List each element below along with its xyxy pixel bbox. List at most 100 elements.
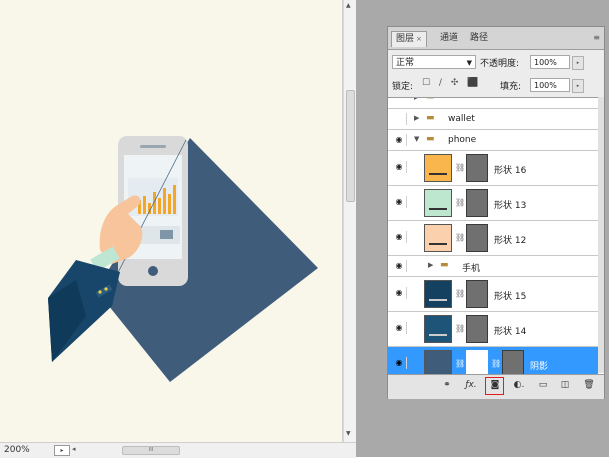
scroll-up-arrow-icon[interactable]: ▲ <box>346 2 351 9</box>
document-canvas[interactable] <box>0 0 343 442</box>
adjustment-icon[interactable]: ◐. <box>512 380 526 390</box>
vertical-scroll-thumb[interactable] <box>346 90 355 202</box>
layers-scrollbar[interactable] <box>598 97 604 373</box>
expand-triangle-icon[interactable]: ▶ <box>414 114 419 122</box>
horizontal-scroll-thumb[interactable]: III <box>122 446 180 455</box>
layer-row-partial[interactable]: ▸ ▭ <box>388 97 598 109</box>
eye-icon[interactable]: ◉ <box>392 260 407 272</box>
eye-icon[interactable]: ◉ <box>392 357 407 369</box>
screen-bottom-card <box>136 226 180 244</box>
layer-row-shape15[interactable]: ◉ ⛓ 形状 15 <box>388 277 598 312</box>
fx-icon[interactable]: ƒx. <box>464 380 478 390</box>
eye-icon[interactable]: ◉ <box>392 322 407 334</box>
layers-list[interactable]: ▸ ▭ ▶ ▬ wallet ◉ ▼ ▬ phone ◉ ⛓ 形状 16 ◉ ⛓ <box>388 97 604 374</box>
folder-icon: ▬ <box>426 113 435 123</box>
layer-name: 形状 12 <box>494 236 527 246</box>
screen-bottom-icon <box>160 230 173 239</box>
canvas-vertical-scrollbar[interactable]: ▲ ▼ <box>343 0 356 442</box>
layer-thumbnail <box>424 224 452 252</box>
layer-thumbnail <box>424 315 452 343</box>
visibility-toggle[interactable] <box>392 113 407 125</box>
tab-paths[interactable]: 路径 <box>466 31 492 46</box>
close-icon[interactable]: × <box>416 35 422 43</box>
layer-thumbnail <box>424 350 452 374</box>
expand-triangle-icon[interactable]: ▶ <box>428 261 433 269</box>
scroll-down-arrow-icon[interactable]: ▼ <box>346 430 351 437</box>
vector-mask-thumbnail[interactable] <box>466 280 488 308</box>
layer-thumbnail <box>424 154 452 182</box>
layer-name: phone <box>448 135 477 145</box>
layer-name: 形状 14 <box>494 327 527 337</box>
layer-thumbnail <box>424 280 452 308</box>
layer-name: 阴影 <box>530 362 549 372</box>
tab-channels[interactable]: 通道 <box>436 31 462 46</box>
tab-layers[interactable]: 图层 × <box>391 31 427 47</box>
folder-icon: ▬ <box>440 260 449 270</box>
chain-link-icon[interactable]: ⛓ <box>455 198 465 207</box>
vector-mask-thumbnail[interactable] <box>466 315 488 343</box>
new-layer-icon[interactable]: ◫ <box>558 380 572 390</box>
chevron-down-icon: ▼ <box>466 59 472 67</box>
lock-icons[interactable]: ☐ ∕ ✣ ⬛ <box>422 78 481 88</box>
folder-icon: ▭ <box>426 97 435 102</box>
layer-row-shape12[interactable]: ◉ ⛓ 形状 12 <box>388 221 598 256</box>
layers-panel: 图层 × 通道 路径 ≡ 正常 ▼ 不透明度: 100% ▸ 锁定: ☐ ∕ ✣ ⬛… <box>387 26 605 399</box>
artwork <box>48 136 318 382</box>
chain-link-icon[interactable]: ⛓ <box>455 163 465 172</box>
fill-slider-icon[interactable]: ▸ <box>572 79 584 93</box>
lock-fill-row: 锁定: ☐ ∕ ✣ ⬛ 填充: 100% ▸ <box>392 77 600 95</box>
trash-icon[interactable]: 🗑 <box>582 380 596 390</box>
layer-row-shouji[interactable]: ◉ ▶ ▬ 手机 <box>388 256 598 277</box>
layer-name: wallet <box>448 114 475 124</box>
phone-speaker <box>140 145 166 148</box>
expanded-triangle-icon[interactable]: ▼ <box>414 135 419 143</box>
new-group-icon[interactable]: ▭ <box>536 380 550 390</box>
chain-link-icon[interactable]: ⛓ <box>455 324 465 333</box>
fill-label: 填充: <box>500 82 522 92</box>
zoom-level[interactable]: 200% <box>4 445 30 455</box>
folder-icon: ▬ <box>426 134 435 144</box>
collapse-triangle-icon[interactable]: ▸ <box>414 98 418 102</box>
eye-icon[interactable]: ◉ <box>392 196 407 208</box>
vector-mask-thumbnail[interactable] <box>502 350 524 374</box>
chain-link-icon[interactable]: ⛓ <box>455 289 465 298</box>
opacity-slider-icon[interactable]: ▸ <box>572 56 584 70</box>
link-icon[interactable]: ⚭ <box>440 380 454 390</box>
layer-name: 形状 13 <box>494 201 527 211</box>
eye-icon[interactable]: ◉ <box>392 231 407 243</box>
add-mask-icon[interactable]: ◙ <box>488 380 502 390</box>
vector-mask-thumbnail[interactable] <box>466 189 488 217</box>
vector-mask-thumbnail[interactable] <box>466 224 488 252</box>
layers-bottom-toolbar: ⚭ ƒx. ◙ ◐. ▭ ◫ 🗑 <box>388 374 604 399</box>
blend-opacity-row: 正常 ▼ 不透明度: 100% ▸ <box>392 54 600 72</box>
opacity-label: 不透明度: <box>480 59 520 69</box>
eye-icon[interactable]: ◉ <box>392 287 407 299</box>
panel-menu-icon[interactable]: ≡ <box>593 33 600 42</box>
layer-name: 手机 <box>462 264 481 274</box>
chain-link-icon[interactable]: ⛓ <box>491 359 501 368</box>
eye-icon[interactable]: ◉ <box>392 134 407 146</box>
layer-row-wallet[interactable]: ▶ ▬ wallet <box>388 109 598 130</box>
fill-input[interactable]: 100% <box>530 78 570 92</box>
layer-mask-thumbnail[interactable] <box>466 350 488 374</box>
lock-label: 锁定: <box>392 82 414 92</box>
blend-mode-select[interactable]: 正常 ▼ <box>392 55 476 69</box>
status-bar: 200% ▸ ◂ III <box>0 442 356 458</box>
scroll-left-arrow-icon[interactable]: ◂ <box>72 445 76 453</box>
eye-icon[interactable]: ◉ <box>392 161 407 173</box>
panel-tab-bar: 图层 × 通道 路径 ≡ <box>388 27 604 50</box>
layer-row-shape14[interactable]: ◉ ⛓ 形状 14 <box>388 312 598 347</box>
layer-thumbnail <box>424 189 452 217</box>
layer-row-shape13[interactable]: ◉ ⛓ 形状 13 <box>388 186 598 221</box>
layer-row-shape16[interactable]: ◉ ⛓ 形状 16 <box>388 151 598 186</box>
chain-link-icon[interactable]: ⛓ <box>455 233 465 242</box>
horizontal-scrollbar[interactable]: III <box>80 446 340 455</box>
layer-row-shadow-selected[interactable]: ◉ ⛓ ⛓ 阴影 <box>388 347 598 374</box>
vector-mask-thumbnail[interactable] <box>466 154 488 182</box>
layer-row-phone[interactable]: ◉ ▼ ▬ phone <box>388 130 598 151</box>
doc-info-button[interactable]: ▸ <box>54 445 70 456</box>
layer-name: 形状 15 <box>494 292 527 302</box>
phone-home-button <box>148 266 158 276</box>
chain-link-icon[interactable]: ⛓ <box>455 359 465 368</box>
opacity-input[interactable]: 100% <box>530 55 570 69</box>
